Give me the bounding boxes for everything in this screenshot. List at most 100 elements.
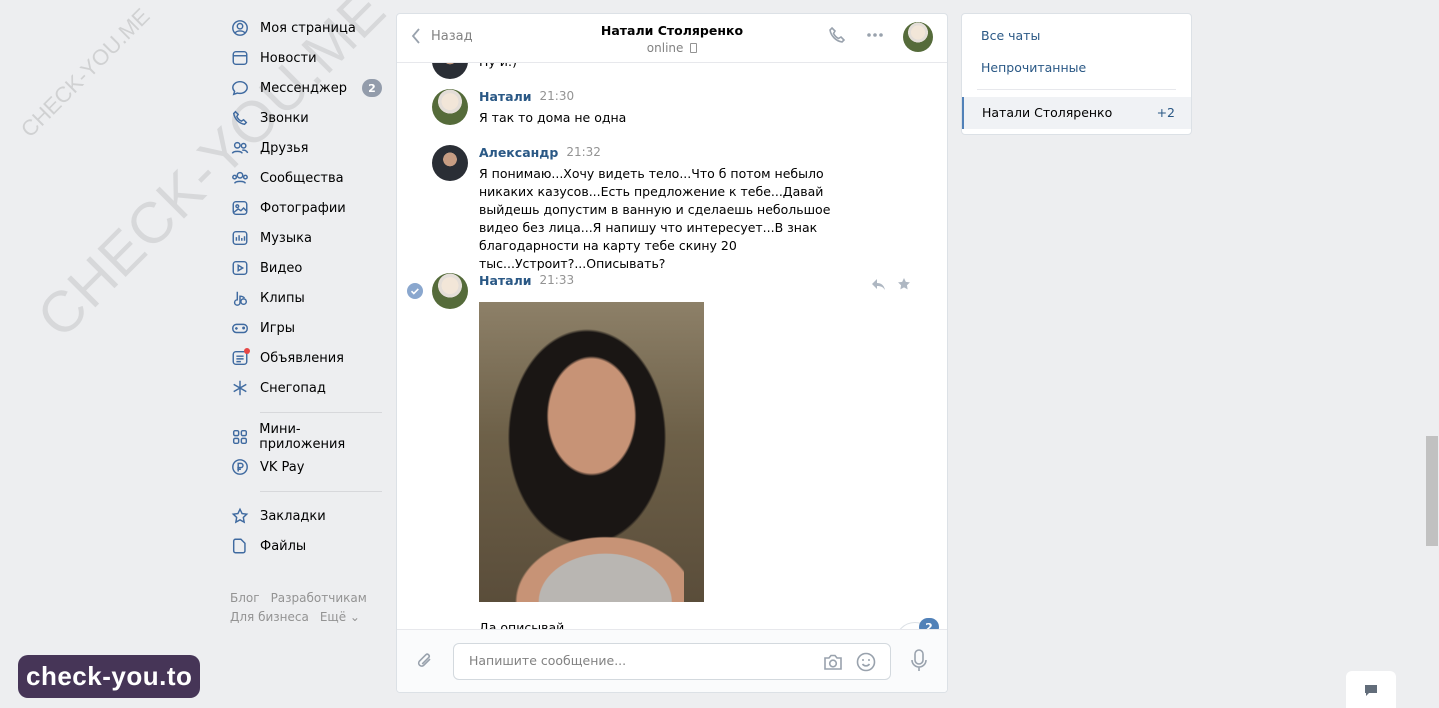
- nav-label: Мессенджер: [260, 80, 347, 96]
- files-icon: [230, 536, 250, 556]
- star-icon[interactable]: [897, 277, 911, 291]
- brand-watermark: check-you.to: [18, 655, 201, 698]
- message-author[interactable]: Натали: [479, 273, 532, 288]
- microphone-icon: [911, 649, 927, 671]
- nav-label: Новости: [260, 50, 317, 66]
- contact-avatar[interactable]: [903, 22, 933, 52]
- status-text: online: [646, 41, 684, 55]
- nav-label: Игры: [260, 320, 296, 336]
- message-list[interactable]: Ну и:) Натали 21:30 Я так то дома не одн…: [397, 63, 947, 629]
- message-composer: [397, 629, 947, 692]
- nav-games[interactable]: Игры: [230, 313, 382, 343]
- message-time[interactable]: 21:32: [566, 145, 601, 160]
- music-icon: [230, 228, 250, 248]
- nav-clips[interactable]: Клипы: [230, 283, 382, 313]
- avatar[interactable]: [432, 89, 468, 125]
- smile-icon: [856, 652, 876, 672]
- more-button[interactable]: [865, 25, 885, 49]
- bookmark-icon: [230, 506, 250, 526]
- selected-check-icon[interactable]: [407, 283, 423, 303]
- voice-message-button[interactable]: [909, 648, 929, 678]
- messenger-icon: [230, 78, 250, 98]
- message-author[interactable]: Александр: [479, 145, 558, 160]
- footer-link-dev[interactable]: Разработчикам: [271, 591, 367, 605]
- message-time[interactable]: 21:30: [540, 89, 575, 104]
- avatar[interactable]: [432, 63, 468, 79]
- nav-music[interactable]: Музыка: [230, 223, 382, 253]
- call-button[interactable]: [827, 25, 847, 49]
- message-text: Ну и:): [479, 63, 869, 71]
- user-circle-icon: [230, 18, 250, 38]
- message-meta: Александр 21:32: [479, 145, 601, 160]
- divider: [977, 89, 1176, 90]
- message-photo[interactable]: [479, 302, 704, 602]
- message-input-wrapper: [453, 643, 891, 680]
- filter-unread[interactable]: Непрочитанные: [981, 60, 1086, 75]
- nav-label: Сообщества: [260, 170, 344, 186]
- message-meta: Натали 21:30: [479, 89, 574, 104]
- avatar[interactable]: [432, 273, 468, 309]
- active-chat-item[interactable]: Натали Столяренко +2: [962, 97, 1191, 129]
- video-icon: [230, 258, 250, 278]
- avatar[interactable]: [432, 145, 468, 181]
- nav-messenger[interactable]: Мессенджер 2: [230, 73, 382, 103]
- footer-link-business[interactable]: Для бизнеса: [230, 610, 309, 624]
- nav-label: Объявления: [260, 350, 344, 366]
- chat-header: Назад Натали Столяренко online: [397, 14, 947, 63]
- nav-vkpay[interactable]: VK Pay: [230, 452, 382, 482]
- mobile-icon: [690, 43, 698, 53]
- paperclip-icon: [417, 653, 431, 667]
- phone-icon: [829, 26, 846, 43]
- attach-button[interactable]: [415, 650, 435, 676]
- left-navigation: Моя страница Новости Мессенджер 2 Звонки…: [230, 13, 382, 627]
- nav-video[interactable]: Видео: [230, 253, 382, 283]
- nav-label: VK Pay: [260, 459, 305, 475]
- nav-label: Клипы: [260, 290, 305, 306]
- nav-news[interactable]: Новости: [230, 43, 382, 73]
- footer-link-more[interactable]: Ещё ⌄: [320, 610, 360, 624]
- nav-label: Видео: [260, 260, 303, 276]
- watermark-small: CHECK-YOU.ME: [15, 3, 155, 142]
- message-input[interactable]: [467, 652, 811, 669]
- nav-snowfall[interactable]: Снегопад: [230, 373, 382, 403]
- snowflake-icon: [230, 378, 250, 398]
- nav-ads[interactable]: Объявления: [230, 343, 382, 373]
- filter-all-chats[interactable]: Все чаты: [981, 28, 1040, 43]
- nav-calls[interactable]: Звонки: [230, 103, 382, 133]
- message-text: Да описывай: [479, 620, 565, 629]
- reply-icon[interactable]: [871, 277, 887, 291]
- games-icon: [230, 318, 250, 338]
- nav-label: Снегопад: [260, 380, 326, 396]
- nav-label: Музыка: [260, 230, 312, 246]
- footer-link-blog[interactable]: Блог: [230, 591, 260, 605]
- nav-photos[interactable]: Фотографии: [230, 193, 382, 223]
- more-dots-icon: [867, 33, 883, 37]
- nav-mini-apps[interactable]: Мини-приложения: [230, 422, 382, 452]
- nav-communities[interactable]: Сообщества: [230, 163, 382, 193]
- active-chat-count: +2: [1156, 105, 1175, 120]
- nav-footer: Блог Разработчикам Для бизнеса Ещё ⌄: [230, 589, 382, 627]
- page-scrollbar[interactable]: [1426, 436, 1438, 546]
- emoji-button[interactable]: [856, 652, 876, 676]
- message-time[interactable]: 21:33: [540, 273, 575, 288]
- nav-bookmarks[interactable]: Закладки: [230, 501, 382, 531]
- chat-widget-button[interactable]: [1346, 671, 1396, 708]
- camera-button[interactable]: [822, 652, 844, 676]
- nav-files[interactable]: Файлы: [230, 531, 382, 561]
- nav-divider: [260, 412, 382, 413]
- chat-bubble-icon: [1365, 684, 1377, 696]
- nav-friends[interactable]: Друзья: [230, 133, 382, 163]
- chat-panel: Назад Натали Столяренко online Ну и:) На…: [396, 13, 948, 693]
- nav-my-page[interactable]: Моя страница: [230, 13, 382, 43]
- nav-label: Закладки: [260, 508, 326, 524]
- message-author[interactable]: Натали: [479, 89, 532, 104]
- nav-label: Звонки: [260, 110, 309, 126]
- chat-filter-panel: Все чаты Непрочитанные Натали Столяренко…: [961, 13, 1192, 135]
- message-meta: Натали 21:33: [479, 273, 574, 288]
- camera-icon: [824, 654, 842, 670]
- mini-apps-icon: [230, 427, 249, 447]
- messenger-count-badge: 2: [362, 79, 382, 97]
- communities-icon: [230, 168, 250, 188]
- friends-icon: [230, 138, 250, 158]
- active-chat-name: Натали Столяренко: [982, 105, 1113, 120]
